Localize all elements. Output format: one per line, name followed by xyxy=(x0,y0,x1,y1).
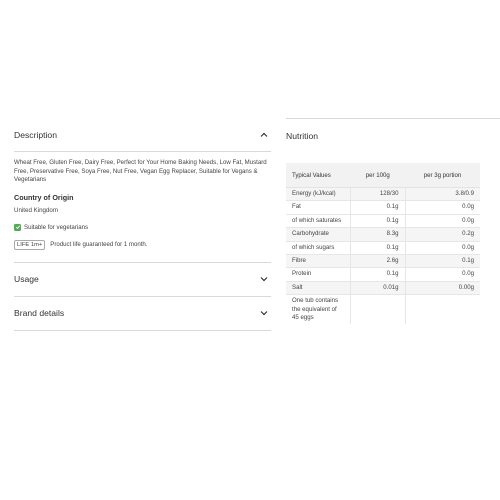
check-square-icon xyxy=(14,223,21,231)
value-per-100g: 128/30 xyxy=(350,187,406,202)
nutrition-table-header-row: Typical Values per 100g per 3g portion xyxy=(286,163,480,188)
value-per-portion: 0.1g xyxy=(405,254,480,269)
product-info-left-column: Description Wheat Free, Gluten Free, Dai… xyxy=(14,118,271,331)
table-row: Protein 0.1g 0.0g xyxy=(286,267,480,282)
nutrient-name: Protein xyxy=(286,267,351,282)
nutrient-name: Salt xyxy=(286,281,351,296)
brand-details-section-header[interactable]: Brand details xyxy=(14,297,271,331)
value-per-100g: 0.1g xyxy=(350,267,406,282)
table-row: Fat 0.1g 0.0g xyxy=(286,200,480,215)
value-per-100g: 0.1g xyxy=(350,200,406,215)
table-row: of which sugars 0.1g 0.0g xyxy=(286,241,480,256)
nutrition-title: Nutrition xyxy=(286,130,318,141)
life-text: Product life guaranteed for 1 month. xyxy=(50,241,148,249)
nutrition-panel: Nutrition Typical Values per 100g per 3g… xyxy=(286,118,500,325)
nutrient-name: of which sugars xyxy=(286,241,351,256)
nutrient-name: Fibre xyxy=(286,254,351,269)
value-per-portion: 0.0g xyxy=(405,200,480,215)
value-per-portion: 0.0g xyxy=(405,267,480,282)
value-per-portion: 0.0g xyxy=(405,214,480,229)
life-badge: LIFE 1m+ xyxy=(14,239,46,250)
table-row: Fibre 2.6g 0.1g xyxy=(286,254,480,269)
chevron-down-icon[interactable] xyxy=(257,272,271,286)
nutrient-name: of which saturates xyxy=(286,214,351,229)
value-per-portion: 0.00g xyxy=(405,281,480,296)
table-row: Salt 0.01g 0.00g xyxy=(286,281,480,296)
value-per-100g: 0.01g xyxy=(350,281,406,296)
value-per-portion xyxy=(405,295,480,325)
column-header-per-100g: per 100g xyxy=(350,163,405,188)
value-per-portion: 0.0g xyxy=(405,241,480,256)
nutrient-name: Carbohydrate xyxy=(286,227,351,242)
chevron-down-icon[interactable] xyxy=(257,306,271,320)
table-row: Energy (kJ/kcal) 128/30 3.8/0.9 xyxy=(286,187,480,202)
column-header-per-portion: per 3g portion xyxy=(405,163,480,188)
value-per-100g: 0.1g xyxy=(350,214,406,229)
chevron-up-icon[interactable] xyxy=(257,128,271,142)
nutrient-name: Fat xyxy=(286,200,351,215)
country-of-origin-heading: Country of Origin xyxy=(14,192,74,202)
vegetarian-label: Suitable for vegetarians xyxy=(14,223,271,231)
country-of-origin-value: United Kingdom xyxy=(14,206,59,214)
brand-details-title: Brand details xyxy=(14,308,65,319)
value-per-portion: 0.2g xyxy=(405,227,480,242)
nutrition-header: Nutrition xyxy=(286,118,500,152)
description-body: Wheat Free, Gluten Free, Dairy Free, Per… xyxy=(14,152,271,250)
column-header-typical-values: Typical Values xyxy=(286,163,351,188)
product-life-info: LIFE 1m+ Product life guaranteed for 1 m… xyxy=(14,239,271,250)
nutrition-table: Typical Values per 100g per 3g portion E… xyxy=(286,163,480,325)
value-per-100g: 0.1g xyxy=(350,241,406,256)
usage-section-header[interactable]: Usage xyxy=(14,263,271,297)
vegetarian-text: Suitable for vegetarians xyxy=(24,223,89,231)
nutrition-footnote: One tub contains the equivalent of 45 eg… xyxy=(286,294,351,325)
value-per-100g: 2.6g xyxy=(350,254,406,269)
table-row: of which saturates 0.1g 0.0g xyxy=(286,214,480,229)
table-row: One tub contains the equivalent of 45 eg… xyxy=(286,294,480,325)
description-title: Description xyxy=(14,129,57,140)
value-per-100g: 8.3g xyxy=(350,227,406,242)
nutrient-name: Energy (kJ/kcal) xyxy=(286,187,351,202)
table-row: Carbohydrate 8.3g 0.2g xyxy=(286,227,480,242)
description-section-header[interactable]: Description xyxy=(14,118,271,152)
description-text: Wheat Free, Gluten Free, Dairy Free, Per… xyxy=(14,159,267,184)
usage-title: Usage xyxy=(14,274,39,285)
value-per-100g xyxy=(350,294,406,325)
value-per-portion: 3.8/0.9 xyxy=(405,187,480,202)
